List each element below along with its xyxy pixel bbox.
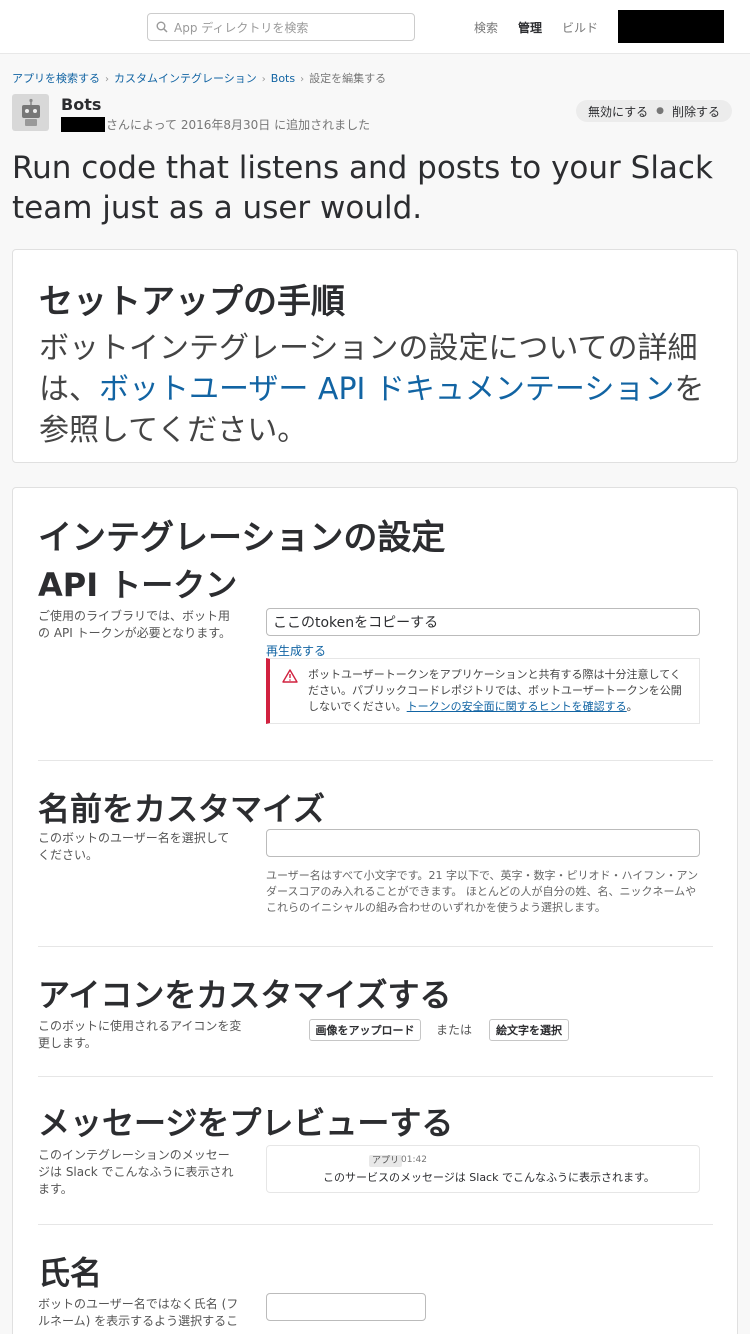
added-by-line: さんによって 2016年8月30日 に追加されました [61,116,370,133]
breadcrumb: アプリを検索する › カスタムインテグレーション › Bots › 設定を編集する [12,70,386,86]
message-preview-description: このインテグレーションのメッセージは Slack でこんなふうに表示されます。 [38,1148,234,1196]
api-token-description: ご使用のライブラリでは、ボット用の API トークンが必要となります。 [38,609,232,640]
customize-icon-description: このボットに使用されるアイコンを変更します。 [38,1019,242,1050]
breadcrumb-separator-icon: › [105,74,109,85]
bot-username-input[interactable] [266,829,700,857]
search-placeholder: App ディレクトリを検索 [174,20,309,35]
app-directory-search[interactable]: App ディレクトリを検索 [147,13,415,41]
token-warning-end: 。 [626,700,638,713]
breadcrumb-custom-integrations[interactable]: カスタムインテグレーション [114,72,257,85]
customize-name-description: このボットのユーザー名を選択してください。 [38,831,230,862]
divider [38,760,713,761]
message-preview: アプリ 01:42 このサービスのメッセージは Slack でこんなふうに表示さ… [266,1145,700,1193]
token-security-tips-link[interactable]: トークンの安全面に関するヒントを確認する [407,700,627,713]
search-icon [156,21,168,33]
full-name-description: ボットのユーザー名ではなく氏名 (フルネーム) を表示するよう選択するこ [38,1297,239,1328]
settings-title: インテグレーションの設定 [38,518,446,558]
delete-button[interactable]: 削除する [672,103,720,120]
token-warning: ボットユーザートークンをアプリケーションと共有する際は十分注意してください。パブ… [266,658,700,724]
preview-timestamp: 01:42 [401,1155,427,1165]
setup-card: セットアップの手順 ボットインテグレーションの設定についての詳細は、ボットユーザ… [12,249,738,463]
redacted-username [61,117,105,132]
or-label: または [436,1023,473,1037]
setup-title: セットアップの手順 [39,282,345,322]
integration-settings-card: インテグレーションの設定 API トークン ご使用のライブラリでは、ボット用の … [12,487,738,1334]
api-token-field[interactable]: ここのtokenをコピーする [266,608,700,636]
added-by-text: さんによって 2016年8月30日 に追加されました [106,118,371,132]
username-hint: ユーザー名はすべて小文字です。21 字以下で、英字・数字・ピリオド・ハイフン・ア… [266,869,699,914]
breadcrumb-separator-icon: › [261,74,266,85]
app-actions: 無効にする ● 削除する [576,100,732,122]
app-badge: アプリ [369,1155,403,1167]
api-token-value: ここのtokenをコピーする [273,615,439,631]
regenerate-token-link[interactable]: 再生成する [266,642,326,659]
breadcrumb-bots[interactable]: Bots [271,72,295,85]
divider [38,1076,713,1077]
bot-api-docs-link[interactable]: ボットユーザー API ドキュメンテーション [99,372,674,407]
breadcrumb-browse-apps[interactable]: アプリを検索する [12,72,100,85]
nav-build[interactable]: ビルド [562,19,598,36]
app-name: Bots [61,95,102,114]
warning-icon [282,669,298,683]
breadcrumb-separator-icon: › [300,74,305,85]
disable-button[interactable]: 無効にする [588,103,648,120]
nav-search[interactable]: 検索 [474,19,498,36]
divider [38,946,713,947]
message-preview-heading: メッセージをプレビューする [38,1104,454,1142]
upload-image-button[interactable]: 画像をアップロード [309,1019,421,1041]
full-name-heading: 氏名 [38,1254,103,1292]
nav-manage[interactable]: 管理 [518,19,542,36]
full-name-input[interactable] [266,1293,426,1321]
separator-dot: ● [656,106,664,116]
api-token-heading: API トークン [38,566,238,604]
customize-name-heading: 名前をカスタマイズ [38,790,326,828]
choose-emoji-button[interactable]: 絵文字を選択 [489,1019,569,1041]
team-menu-redacted[interactable] [618,10,724,43]
customize-icon-heading: アイコンをカスタマイズする [38,976,452,1014]
divider [38,1224,713,1225]
preview-message: このサービスのメッセージは Slack でこんなふうに表示されます。 [323,1171,655,1184]
bot-app-icon [12,94,49,131]
breadcrumb-current: 設定を編集する [309,72,387,85]
app-tagline: Run code that listens and posts to your … [12,150,713,226]
setup-body: ボットインテグレーションの設定についての詳細は、ボットユーザー API ドキュメ… [39,328,719,451]
top-bar: App ディレクトリを検索 検索 管理 ビルド [0,0,750,54]
